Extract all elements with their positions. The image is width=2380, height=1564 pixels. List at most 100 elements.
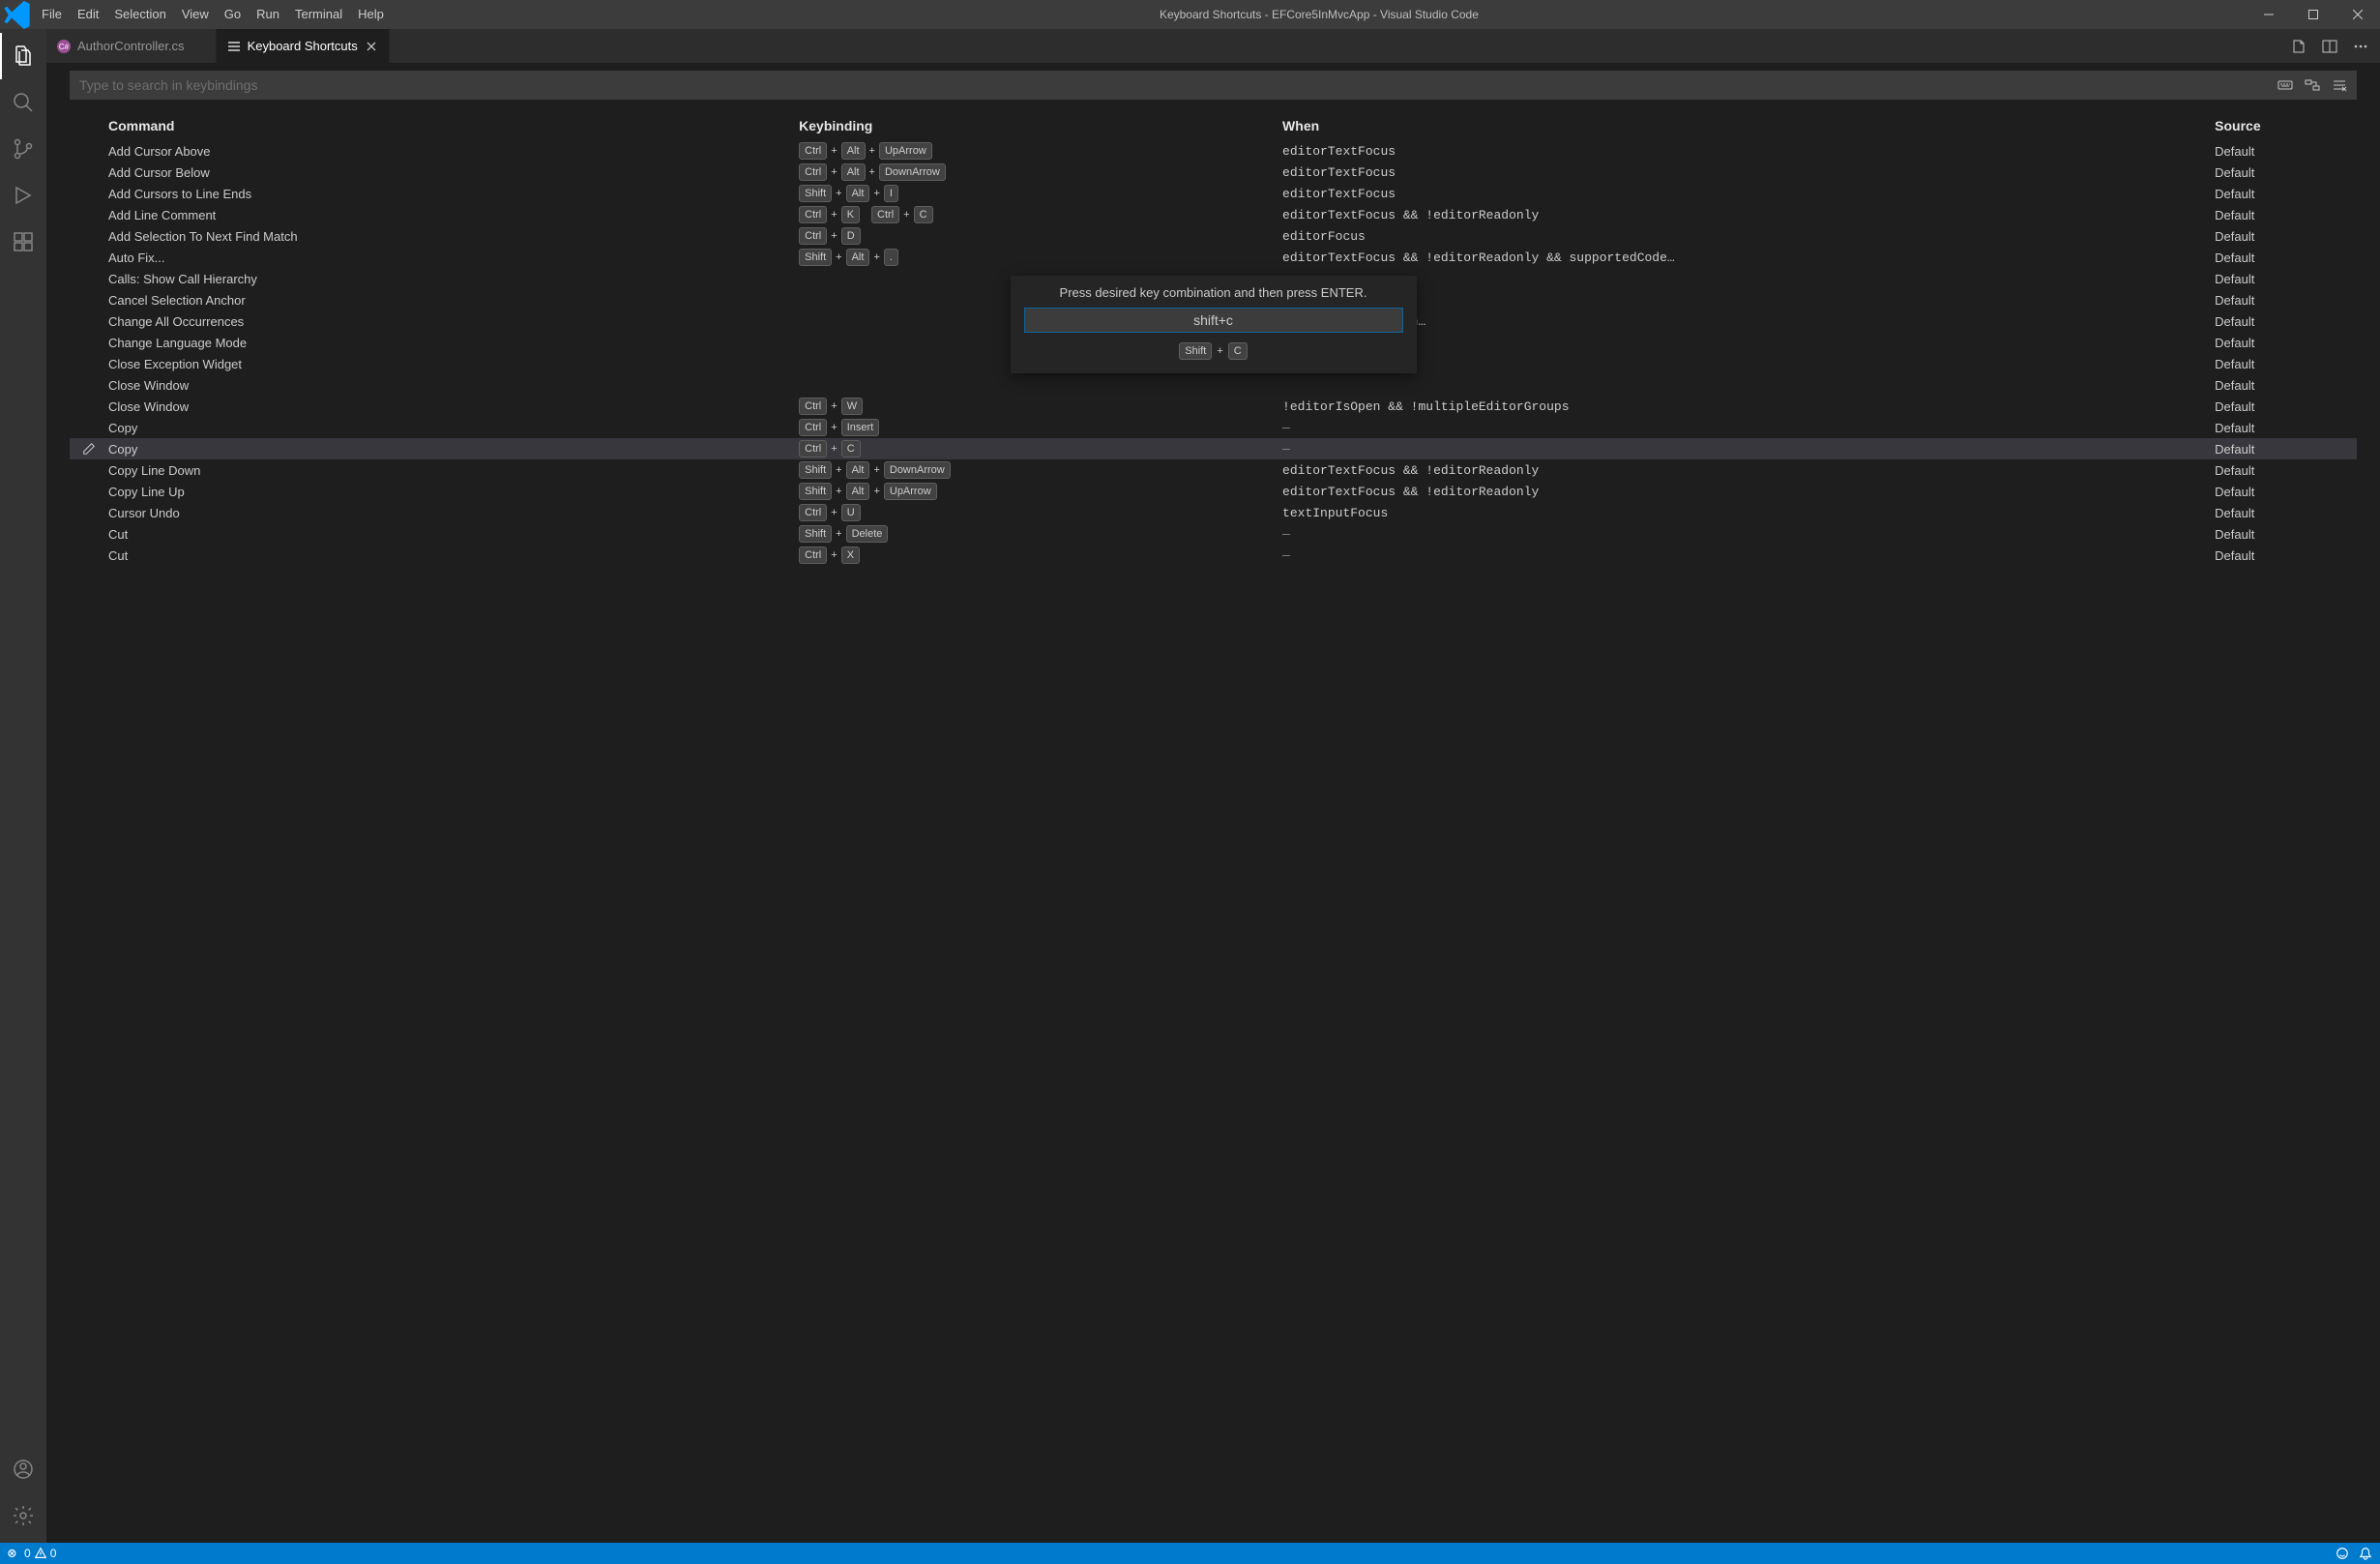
table-row[interactable]: CutShift+Delete—Default xyxy=(70,523,2357,545)
maximize-button[interactable] xyxy=(2291,0,2336,29)
command-cell: Cursor Undo xyxy=(108,506,799,520)
key: UpArrow xyxy=(884,483,937,500)
when-cell: editorTextFocus && !editorReadonly && su… xyxy=(1282,251,2215,265)
search-input[interactable] xyxy=(77,76,2268,94)
tab-authorcontroller-cs[interactable]: C# AuthorController.cs xyxy=(46,29,217,63)
keybindings-search xyxy=(70,71,2357,100)
table-row[interactable]: Cursor UndoCtrl+UtextInputFocusDefault xyxy=(70,502,2357,523)
command-cell: Copy xyxy=(108,421,799,435)
when-cell: !editorIsOpen && !multipleEditorGroups xyxy=(1282,399,2215,414)
record-keys-icon[interactable] xyxy=(2276,75,2295,95)
table-row[interactable]: Add Selection To Next Find MatchCtrl+Ded… xyxy=(70,225,2357,247)
svg-text:C#: C# xyxy=(59,43,70,51)
command-cell: Close Window xyxy=(108,378,799,393)
table-row[interactable]: Close Window Default xyxy=(70,374,2357,396)
close-window-button[interactable] xyxy=(2336,0,2380,29)
keybinding-preview: Shift+C xyxy=(1179,342,1247,360)
tab-label: AuthorController.cs xyxy=(77,39,185,53)
menu-run[interactable]: Run xyxy=(249,0,287,29)
when-cell: — xyxy=(1282,527,2215,542)
table-row[interactable]: Auto Fix...Shift+Alt+.editorTextFocus &&… xyxy=(70,247,2357,268)
keybinding-cell: Ctrl+U xyxy=(799,504,1282,521)
activity-manage[interactable] xyxy=(0,1492,46,1539)
table-row[interactable]: Copy Line UpShift+Alt+UpArroweditorTextF… xyxy=(70,481,2357,502)
menu-selection[interactable]: Selection xyxy=(106,0,173,29)
status-warnings-count: 0 xyxy=(50,1547,57,1560)
clear-search-icon[interactable] xyxy=(2330,75,2349,95)
source-cell: Default xyxy=(2215,485,2353,499)
key: Ctrl xyxy=(799,546,827,564)
source-cell: Default xyxy=(2215,165,2353,180)
titlebar: FileEditSelectionViewGoRunTerminalHelp K… xyxy=(0,0,2380,29)
table-row[interactable]: Copy Line DownShift+Alt+DownArroweditorT… xyxy=(70,459,2357,481)
activity-explorer[interactable] xyxy=(0,33,46,79)
keybinding-input[interactable] xyxy=(1024,308,1403,333)
more-actions-icon[interactable] xyxy=(2351,37,2370,56)
key: . xyxy=(884,249,898,266)
key: Alt xyxy=(846,461,870,479)
editor-toolbar xyxy=(2279,29,2380,63)
key: Shift xyxy=(799,525,832,543)
menu-file[interactable]: File xyxy=(34,0,70,29)
command-cell: Auto Fix... xyxy=(108,251,799,265)
keybinding-cell: Ctrl+Insert xyxy=(799,419,1282,436)
when-cell: editorTextFocus xyxy=(1282,165,2215,180)
window-title: Keyboard Shortcuts - EFCore5InMvcApp - V… xyxy=(392,8,2247,21)
keybindings-table: Command Keybinding When Source Add Curso… xyxy=(46,103,2380,1543)
status-notifications-icon[interactable] xyxy=(2359,1547,2372,1560)
key: Shift xyxy=(799,461,832,479)
tab-keyboard-shortcuts[interactable]: Keyboard Shortcuts xyxy=(217,29,390,63)
minimize-button[interactable] xyxy=(2247,0,2291,29)
edit-icon[interactable] xyxy=(70,442,108,456)
table-row[interactable]: Close WindowCtrl+W!editorIsOpen && !mult… xyxy=(70,396,2357,417)
command-cell: Cut xyxy=(108,527,799,542)
menu-view[interactable]: View xyxy=(174,0,217,29)
key: Ctrl xyxy=(799,440,827,457)
close-tab-icon[interactable] xyxy=(364,39,379,54)
table-row[interactable]: Add Cursor AboveCtrl+Alt+UpArroweditorTe… xyxy=(70,140,2357,162)
keybinding-cell: Ctrl+C xyxy=(799,440,1282,457)
keybinding-cell: Ctrl+X xyxy=(799,546,1282,564)
key: DownArrow xyxy=(884,461,951,479)
column-source[interactable]: Source xyxy=(2215,118,2353,133)
keybinding-cell: Shift+Alt+. xyxy=(799,249,1282,266)
column-when[interactable]: When xyxy=(1282,118,2215,133)
key: Alt xyxy=(846,185,870,202)
source-cell: Default xyxy=(2215,463,2353,478)
menu-terminal[interactable]: Terminal xyxy=(287,0,350,29)
menu-help[interactable]: Help xyxy=(350,0,392,29)
split-editor-icon[interactable] xyxy=(2320,37,2339,56)
keybinding-cell: Ctrl+Alt+DownArrow xyxy=(799,163,1282,181)
source-cell: Default xyxy=(2215,378,2353,393)
activity-extensions[interactable] xyxy=(0,219,46,265)
table-row[interactable]: Add Cursors to Line EndsShift+Alt+Iedito… xyxy=(70,183,2357,204)
when-cell: s && !editorReadon… xyxy=(1282,314,2215,329)
key: Shift xyxy=(799,185,832,202)
key: Shift xyxy=(1179,342,1212,360)
when-cell: …rSet xyxy=(1282,293,2215,308)
column-command[interactable]: Command xyxy=(108,118,799,133)
key: C xyxy=(914,206,933,223)
table-row[interactable]: Add Cursor BelowCtrl+Alt+DownArroweditor… xyxy=(70,162,2357,183)
table-row[interactable]: CopyCtrl+C—Default xyxy=(70,438,2357,459)
activity-accounts[interactable] xyxy=(0,1446,46,1492)
activity-run-debug[interactable] xyxy=(0,172,46,219)
key: Delete xyxy=(846,525,889,543)
menu-edit[interactable]: Edit xyxy=(70,0,106,29)
command-cell: Copy xyxy=(108,442,799,457)
table-header: Command Keybinding When Source xyxy=(70,111,2357,140)
menu-go[interactable]: Go xyxy=(217,0,249,29)
command-cell: Add Cursors to Line Ends xyxy=(108,187,799,201)
sort-precedence-icon[interactable] xyxy=(2303,75,2322,95)
activity-source-control[interactable] xyxy=(0,126,46,172)
table-row[interactable]: CopyCtrl+Insert—Default xyxy=(70,417,2357,438)
activity-search[interactable] xyxy=(0,79,46,126)
table-row[interactable]: CutCtrl+X—Default xyxy=(70,545,2357,566)
table-row[interactable]: Add Line CommentCtrl+KCtrl+CeditorTextFo… xyxy=(70,204,2357,225)
status-problems[interactable]: 0 0 xyxy=(8,1547,56,1560)
open-keybindings-json-icon[interactable] xyxy=(2289,37,2308,56)
key: Ctrl xyxy=(799,504,827,521)
command-cell: Cancel Selection Anchor xyxy=(108,293,799,308)
column-keybinding[interactable]: Keybinding xyxy=(799,118,1282,133)
status-feedback-icon[interactable] xyxy=(2336,1547,2349,1560)
